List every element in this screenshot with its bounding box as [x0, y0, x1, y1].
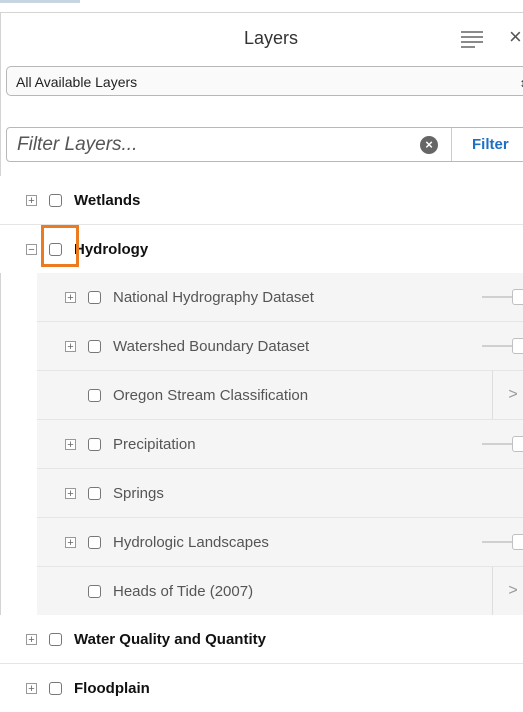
opacity-slider-handle[interactable] [512, 289, 523, 305]
clear-icon[interactable]: × [420, 136, 438, 154]
collapse-icon[interactable]: − [26, 243, 37, 255]
select-arrows-icon: ⬍ [519, 69, 523, 99]
layer-label: Oregon Stream Classification [113, 386, 309, 404]
checkbox[interactable] [88, 290, 101, 304]
chevron-right-icon[interactable]: > [492, 567, 523, 615]
expand-icon[interactable]: + [65, 536, 76, 548]
layer-label: Water Quality and Quantity [74, 630, 266, 648]
highlight-box [41, 225, 79, 267]
expand-icon[interactable]: + [26, 633, 37, 645]
layer-label: Heads of Tide (2007) [113, 582, 254, 600]
layer-label: Watershed Boundary Dataset [113, 337, 310, 355]
layer-label: Hydrologic Landscapes [113, 533, 269, 551]
layer-row-hydrologic-landscapes[interactable]: + Hydrologic Landscapes [37, 518, 523, 567]
layer-row-water-quality[interactable]: + Water Quality and Quantity [0, 615, 523, 664]
layer-label: Precipitation [113, 435, 196, 453]
checkbox[interactable] [88, 437, 101, 451]
menu-icon[interactable] [461, 31, 483, 48]
layer-label: Springs [113, 484, 164, 502]
layer-label: Hydrology [74, 240, 149, 258]
layer-set-select[interactable]: All Available Layers ⬍ [6, 66, 523, 96]
checkbox[interactable] [49, 632, 62, 646]
layer-row-watershed-boundary[interactable]: + Watershed Boundary Dataset [37, 322, 523, 371]
checkbox[interactable] [88, 486, 101, 500]
layer-label: National Hydrography Dataset [113, 288, 314, 306]
window-tab-indicator [0, 0, 80, 3]
opacity-slider-handle[interactable] [512, 436, 523, 452]
checkbox[interactable] [49, 193, 62, 207]
layer-row-wetlands[interactable]: + Wetlands [0, 176, 523, 225]
layer-row-oregon-stream[interactable]: + Oregon Stream Classification > [37, 371, 523, 420]
layer-row-floodplain[interactable]: + Floodplain [0, 664, 523, 712]
checkbox[interactable] [49, 681, 62, 695]
window-top-bar [0, 0, 523, 12]
close-icon[interactable]: × [509, 25, 522, 49]
checkbox[interactable] [88, 388, 101, 402]
expand-icon[interactable]: + [65, 487, 76, 499]
opacity-slider-handle[interactable] [512, 534, 523, 550]
layer-row-national-hydrography[interactable]: + National Hydrography Dataset [37, 273, 523, 322]
filter-bar: × Filter [6, 127, 523, 162]
layer-row-springs[interactable]: + Springs [37, 469, 523, 518]
filter-input[interactable] [7, 128, 447, 161]
checkbox[interactable] [88, 584, 101, 598]
hydrology-children: + National Hydrography Dataset + Watersh… [37, 273, 523, 615]
layer-label: Floodplain [74, 679, 150, 697]
expand-icon[interactable]: + [26, 682, 37, 694]
expand-icon[interactable]: + [65, 438, 76, 450]
layer-label: Wetlands [74, 191, 141, 209]
panel-header: Layers × [1, 13, 523, 63]
layer-row-heads-of-tide[interactable]: + Heads of Tide (2007) > [37, 567, 523, 615]
layer-row-precipitation[interactable]: + Precipitation [37, 420, 523, 469]
opacity-slider-handle[interactable] [512, 338, 523, 354]
expand-icon[interactable]: + [26, 194, 37, 206]
panel-title: Layers [243, 28, 299, 48]
filter-button[interactable]: Filter [451, 128, 523, 161]
expand-icon[interactable]: + [65, 340, 76, 352]
chevron-right-icon[interactable]: > [492, 371, 523, 419]
layer-set-select-value: All Available Layers [16, 74, 138, 90]
expand-icon[interactable]: + [65, 291, 76, 303]
checkbox[interactable] [88, 535, 101, 549]
checkbox[interactable] [88, 339, 101, 353]
